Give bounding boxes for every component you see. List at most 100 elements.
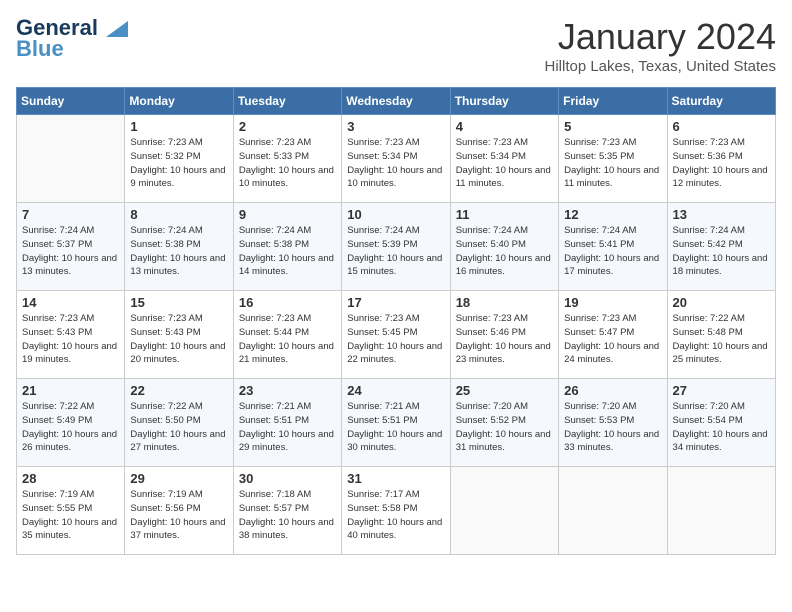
day-number: 23 <box>239 383 336 398</box>
day-info: Sunrise: 7:23 AMSunset: 5:34 PMDaylight:… <box>347 136 444 191</box>
day-number: 9 <box>239 207 336 222</box>
day-number: 24 <box>347 383 444 398</box>
day-info: Sunrise: 7:20 AMSunset: 5:52 PMDaylight:… <box>456 400 553 455</box>
column-header-saturday: Saturday <box>667 88 775 115</box>
day-number: 30 <box>239 471 336 486</box>
day-number: 28 <box>22 471 119 486</box>
logo-icon <box>106 21 128 37</box>
day-number: 2 <box>239 119 336 134</box>
day-number: 14 <box>22 295 119 310</box>
day-number: 12 <box>564 207 661 222</box>
day-info: Sunrise: 7:23 AMSunset: 5:35 PMDaylight:… <box>564 136 661 191</box>
day-info: Sunrise: 7:20 AMSunset: 5:54 PMDaylight:… <box>673 400 770 455</box>
calendar-cell: 12 Sunrise: 7:24 AMSunset: 5:41 PMDayligh… <box>559 203 667 291</box>
day-info: Sunrise: 7:24 AMSunset: 5:38 PMDaylight:… <box>239 224 336 279</box>
column-header-tuesday: Tuesday <box>233 88 341 115</box>
calendar-cell <box>450 467 558 555</box>
day-info: Sunrise: 7:23 AMSunset: 5:47 PMDaylight:… <box>564 312 661 367</box>
day-number: 3 <box>347 119 444 134</box>
calendar-table: SundayMondayTuesdayWednesdayThursdayFrid… <box>16 87 776 555</box>
day-info: Sunrise: 7:24 AMSunset: 5:42 PMDaylight:… <box>673 224 770 279</box>
day-info: Sunrise: 7:23 AMSunset: 5:45 PMDaylight:… <box>347 312 444 367</box>
day-number: 10 <box>347 207 444 222</box>
calendar-cell: 1Sunrise: 7:23 AMSunset: 5:32 PMDaylight… <box>125 115 233 203</box>
column-header-wednesday: Wednesday <box>342 88 450 115</box>
week-row-5: 28 Sunrise: 7:19 AMSunset: 5:55 PMDayligh… <box>17 467 776 555</box>
day-number: 11 <box>456 207 553 222</box>
day-info: Sunrise: 7:23 AMSunset: 5:43 PMDaylight:… <box>130 312 227 367</box>
column-header-monday: Monday <box>125 88 233 115</box>
day-info: Sunrise: 7:24 AMSunset: 5:41 PMDaylight:… <box>564 224 661 279</box>
week-row-4: 21Sunrise: 7:22 AMSunset: 5:49 PMDayligh… <box>17 379 776 467</box>
calendar-header-row: SundayMondayTuesdayWednesdayThursdayFrid… <box>17 88 776 115</box>
day-info: Sunrise: 7:22 AMSunset: 5:48 PMDaylight:… <box>673 312 770 367</box>
day-info: Sunrise: 7:23 AMSunset: 5:34 PMDaylight:… <box>456 136 553 191</box>
calendar-cell: 15 Sunrise: 7:23 AMSunset: 5:43 PMDayligh… <box>125 291 233 379</box>
day-info: Sunrise: 7:23 AMSunset: 5:33 PMDaylight:… <box>239 136 336 191</box>
calendar-cell: 28 Sunrise: 7:19 AMSunset: 5:55 PMDayligh… <box>17 467 125 555</box>
calendar-cell: 11 Sunrise: 7:24 AMSunset: 5:40 PMDayligh… <box>450 203 558 291</box>
calendar-cell: 5 Sunrise: 7:23 AMSunset: 5:35 PMDaylight… <box>559 115 667 203</box>
day-info: Sunrise: 7:19 AMSunset: 5:56 PMDaylight:… <box>130 488 227 543</box>
calendar-cell: 26Sunrise: 7:20 AMSunset: 5:53 PMDayligh… <box>559 379 667 467</box>
day-number: 31 <box>347 471 444 486</box>
calendar-cell: 20 Sunrise: 7:22 AMSunset: 5:48 PMDayligh… <box>667 291 775 379</box>
day-info: Sunrise: 7:24 AMSunset: 5:37 PMDaylight:… <box>22 224 119 279</box>
day-number: 26 <box>564 383 661 398</box>
day-number: 20 <box>673 295 770 310</box>
day-info: Sunrise: 7:18 AMSunset: 5:57 PMDaylight:… <box>239 488 336 543</box>
calendar-cell: 24Sunrise: 7:21 AMSunset: 5:51 PMDayligh… <box>342 379 450 467</box>
day-info: Sunrise: 7:22 AMSunset: 5:50 PMDaylight:… <box>130 400 227 455</box>
week-row-2: 7 Sunrise: 7:24 AMSunset: 5:37 PMDaylight… <box>17 203 776 291</box>
calendar-cell <box>17 115 125 203</box>
day-number: 19 <box>564 295 661 310</box>
day-number: 5 <box>564 119 661 134</box>
title-area: January 2024 Hilltop Lakes, Texas, Unite… <box>544 16 776 75</box>
column-header-friday: Friday <box>559 88 667 115</box>
calendar-cell: 31 Sunrise: 7:17 AMSunset: 5:58 PMDayligh… <box>342 467 450 555</box>
day-number: 17 <box>347 295 444 310</box>
day-number: 6 <box>673 119 770 134</box>
day-number: 18 <box>456 295 553 310</box>
day-number: 8 <box>130 207 227 222</box>
day-info: Sunrise: 7:24 AMSunset: 5:38 PMDaylight:… <box>130 224 227 279</box>
week-row-1: 1Sunrise: 7:23 AMSunset: 5:32 PMDaylight… <box>17 115 776 203</box>
calendar-cell: 16 Sunrise: 7:23 AMSunset: 5:44 PMDayligh… <box>233 291 341 379</box>
day-info: Sunrise: 7:19 AMSunset: 5:55 PMDaylight:… <box>22 488 119 543</box>
column-header-sunday: Sunday <box>17 88 125 115</box>
day-number: 7 <box>22 207 119 222</box>
calendar-cell <box>559 467 667 555</box>
location-title: Hilltop Lakes, Texas, United States <box>544 58 776 75</box>
day-info: Sunrise: 7:24 AMSunset: 5:39 PMDaylight:… <box>347 224 444 279</box>
calendar-cell: 21Sunrise: 7:22 AMSunset: 5:49 PMDayligh… <box>17 379 125 467</box>
calendar-cell: 27Sunrise: 7:20 AMSunset: 5:54 PMDayligh… <box>667 379 775 467</box>
day-info: Sunrise: 7:21 AMSunset: 5:51 PMDaylight:… <box>239 400 336 455</box>
day-number: 4 <box>456 119 553 134</box>
day-info: Sunrise: 7:24 AMSunset: 5:40 PMDaylight:… <box>456 224 553 279</box>
day-info: Sunrise: 7:22 AMSunset: 5:49 PMDaylight:… <box>22 400 119 455</box>
day-info: Sunrise: 7:23 AMSunset: 5:46 PMDaylight:… <box>456 312 553 367</box>
calendar-cell: 22Sunrise: 7:22 AMSunset: 5:50 PMDayligh… <box>125 379 233 467</box>
month-title: January 2024 <box>544 16 776 58</box>
calendar-cell: 23 Sunrise: 7:21 AMSunset: 5:51 PMDayligh… <box>233 379 341 467</box>
calendar-cell: 19 Sunrise: 7:23 AMSunset: 5:47 PMDayligh… <box>559 291 667 379</box>
day-number: 15 <box>130 295 227 310</box>
page-header: General Blue January 2024 Hilltop Lakes,… <box>16 16 776 75</box>
calendar-cell: 25 Sunrise: 7:20 AMSunset: 5:52 PMDayligh… <box>450 379 558 467</box>
day-info: Sunrise: 7:23 AMSunset: 5:36 PMDaylight:… <box>673 136 770 191</box>
calendar-cell <box>667 467 775 555</box>
week-row-3: 14 Sunrise: 7:23 AMSunset: 5:43 PMDayligh… <box>17 291 776 379</box>
day-info: Sunrise: 7:17 AMSunset: 5:58 PMDaylight:… <box>347 488 444 543</box>
calendar-cell: 9 Sunrise: 7:24 AMSunset: 5:38 PMDaylight… <box>233 203 341 291</box>
day-number: 13 <box>673 207 770 222</box>
calendar-cell: 29Sunrise: 7:19 AMSunset: 5:56 PMDayligh… <box>125 467 233 555</box>
calendar-cell: 18 Sunrise: 7:23 AMSunset: 5:46 PMDayligh… <box>450 291 558 379</box>
calendar-cell: 6 Sunrise: 7:23 AMSunset: 5:36 PMDaylight… <box>667 115 775 203</box>
column-header-thursday: Thursday <box>450 88 558 115</box>
calendar-cell: 13 Sunrise: 7:24 AMSunset: 5:42 PMDayligh… <box>667 203 775 291</box>
day-info: Sunrise: 7:23 AMSunset: 5:44 PMDaylight:… <box>239 312 336 367</box>
day-number: 16 <box>239 295 336 310</box>
calendar-cell: 17 Sunrise: 7:23 AMSunset: 5:45 PMDayligh… <box>342 291 450 379</box>
calendar-cell: 2 Sunrise: 7:23 AMSunset: 5:33 PMDaylight… <box>233 115 341 203</box>
day-number: 25 <box>456 383 553 398</box>
